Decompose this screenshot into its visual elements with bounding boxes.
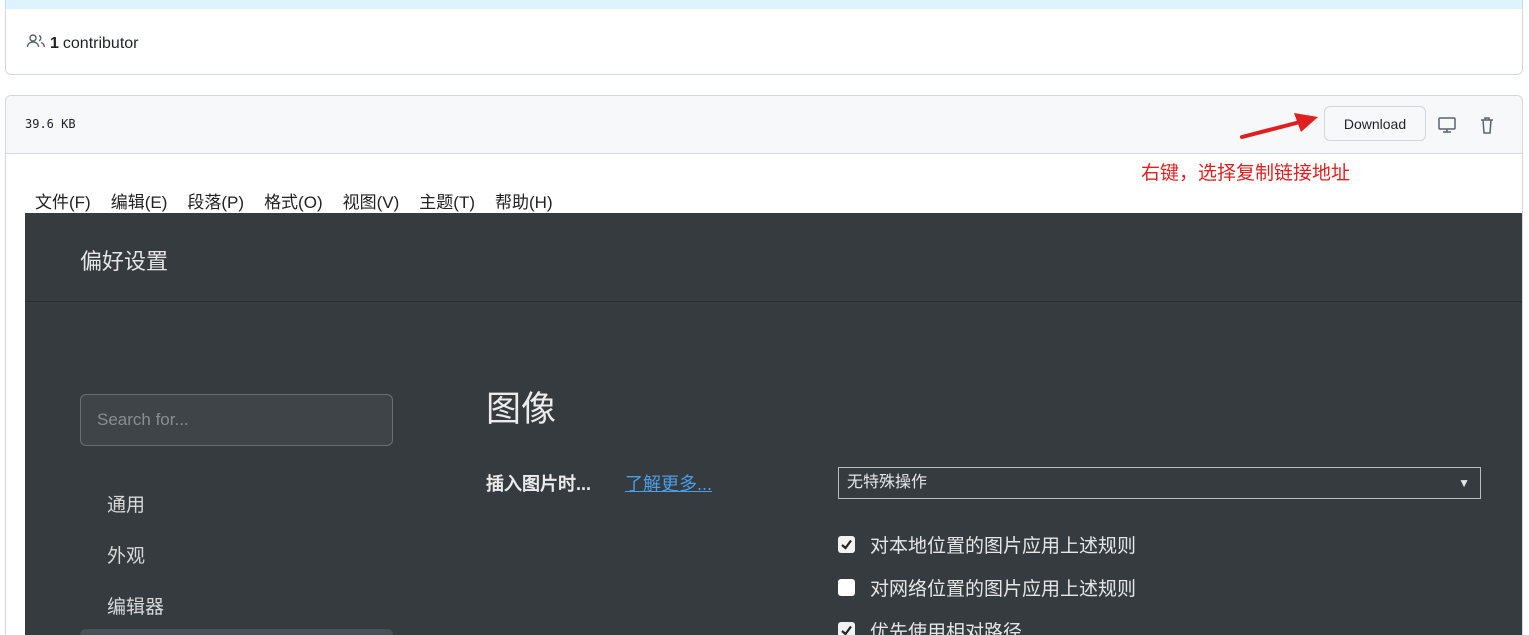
nav-item-editor[interactable]: 编辑器 — [107, 592, 164, 619]
option-label: 对网络位置的图片应用上述规则 — [870, 579, 1137, 600]
contributors-label: contributor — [62, 34, 139, 52]
option-relative-path[interactable]: 优先使用相对路径 — [838, 617, 1022, 635]
learn-more-link[interactable]: 了解更多... — [625, 470, 712, 496]
select-value: 无特殊操作 — [847, 474, 928, 491]
contributors-box: 1 contributor — [5, 9, 1523, 75]
preferences-title-bar: 偏好设置 — [25, 213, 1522, 302]
contributors-link[interactable]: 1 contributor — [26, 33, 139, 54]
nav-item-appearance[interactable]: 外观 — [107, 541, 145, 568]
menu-view[interactable]: 视图(V) — [343, 188, 400, 213]
option-label: 对本地位置的图片应用上述规则 — [870, 536, 1137, 557]
option-local-images[interactable]: 对本地位置的图片应用上述规则 — [838, 531, 1136, 558]
checkbox-checked-icon[interactable] — [838, 536, 855, 553]
menubar: 文件(F) 编辑(E) 段落(P) 格式(O) 视图(V) 主题(T) 帮助(H… — [35, 188, 573, 213]
search-input[interactable]: Search for... — [80, 394, 393, 446]
option-label: 优先使用相对路径 — [870, 622, 1023, 635]
dropdown-arrow-icon: ▼ — [1458, 476, 1470, 490]
nav-item-general[interactable]: 通用 — [107, 490, 145, 517]
preferences-window: 偏好设置 Search for... 通用 外观 编辑器 图像 插入图片时...… — [25, 213, 1522, 635]
menu-edit[interactable]: 编辑(E) — [111, 188, 168, 213]
display-icon[interactable] — [1436, 114, 1458, 136]
annotation-arrow-icon — [1238, 110, 1320, 147]
menu-theme[interactable]: 主题(T) — [419, 188, 475, 213]
download-button[interactable]: Download — [1324, 106, 1426, 141]
option-network-images[interactable]: 对网络位置的图片应用上述规则 — [838, 574, 1136, 601]
menu-paragraph[interactable]: 段落(P) — [187, 188, 244, 213]
preferences-title: 偏好设置 — [80, 249, 169, 274]
nav-item-selected[interactable] — [80, 629, 393, 635]
menu-format[interactable]: 格式(O) — [264, 188, 323, 213]
trash-icon[interactable] — [1476, 114, 1498, 136]
people-icon — [26, 33, 46, 54]
contributors-count: 1 — [50, 34, 59, 52]
file-size: 39.6 KB — [25, 117, 76, 131]
checkbox-checked-icon[interactable] — [838, 622, 855, 635]
insert-image-label: 插入图片时... — [486, 474, 592, 494]
checkbox-unchecked-icon[interactable] — [838, 579, 855, 596]
menu-file[interactable]: 文件(F) — [35, 188, 91, 213]
annotation-text: 右键，选择复制链接地址 — [1141, 162, 1351, 184]
insert-image-select[interactable]: 无特殊操作 ▼ — [838, 467, 1481, 499]
menu-help[interactable]: 帮助(H) — [495, 188, 553, 213]
section-title: 图像 — [486, 390, 557, 429]
